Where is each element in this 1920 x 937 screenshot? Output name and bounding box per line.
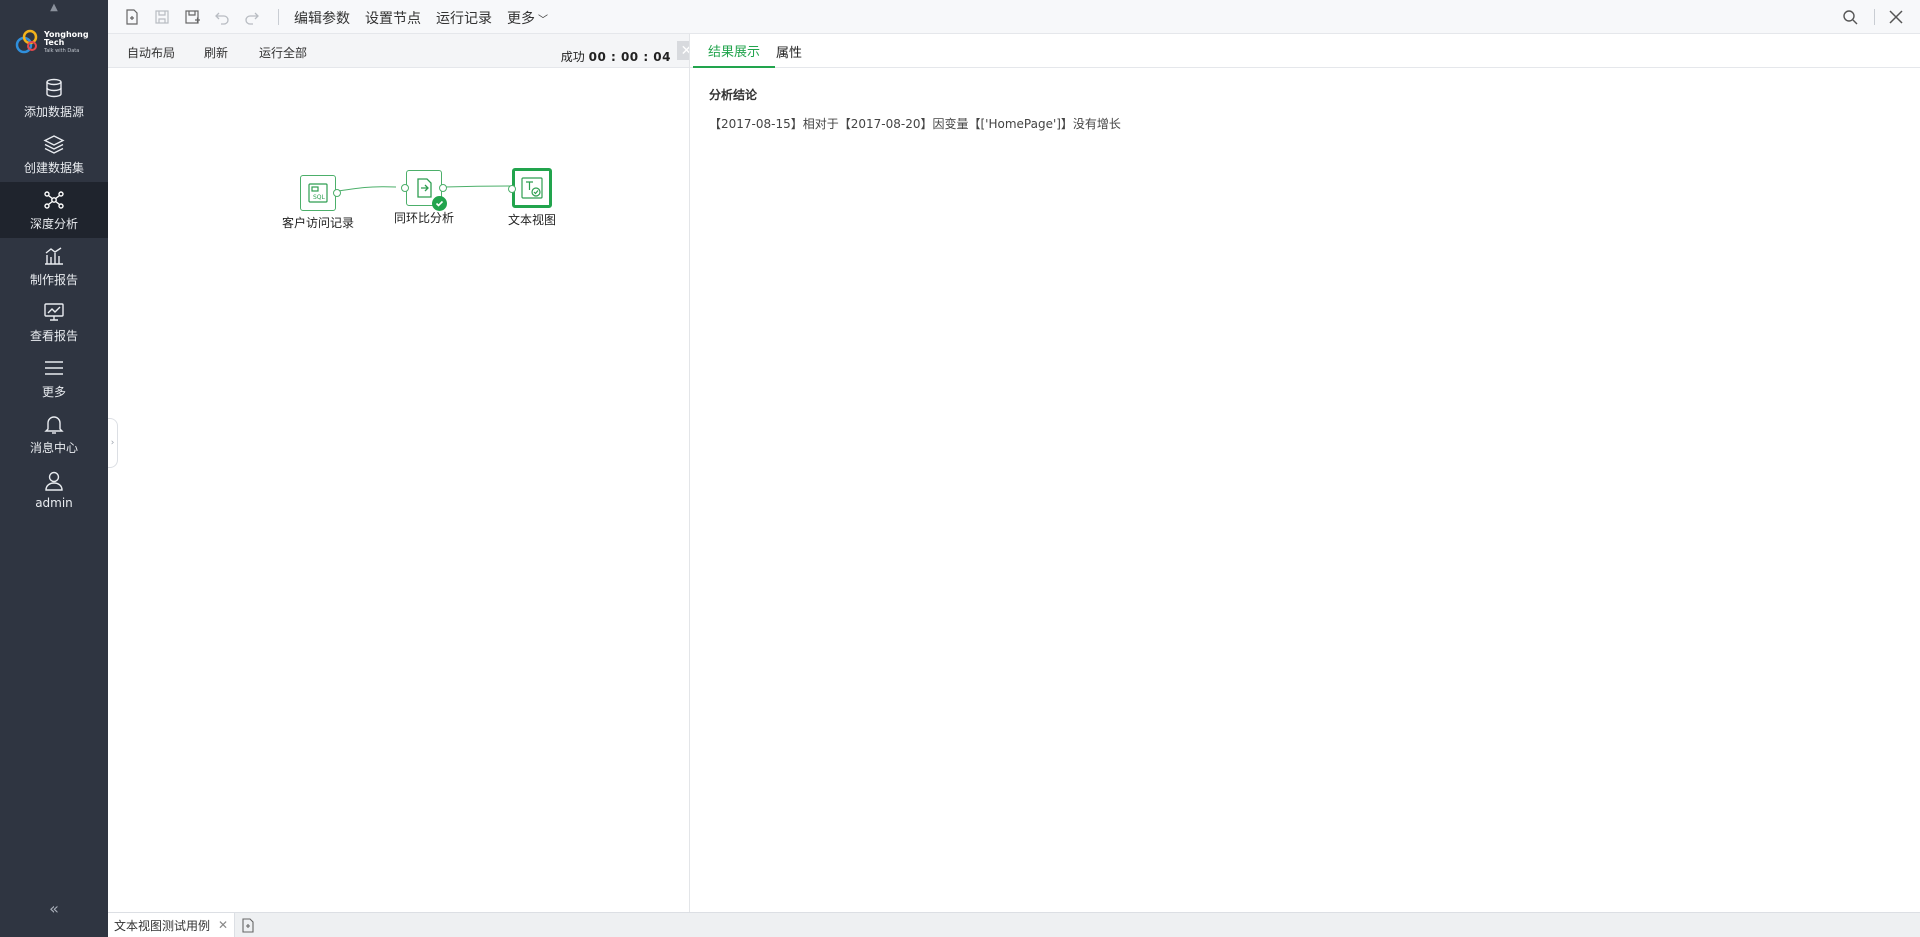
panel-divider[interactable] <box>689 34 690 912</box>
sidebar-item-user[interactable]: admin <box>0 462 108 518</box>
sidebar-item-label: 制作报告 <box>29 272 78 287</box>
sidebar-item-label: 查看报告 <box>29 328 78 343</box>
logo-rings-icon <box>14 27 40 57</box>
node-label: 文本视图 <box>508 213 557 227</box>
sidebar-scroll-up-icon[interactable]: ▲ <box>0 0 108 14</box>
canvas-toolbar: 自动布局 刷新 运行全部 成功 00 : 00 : 04 <box>108 34 689 68</box>
sidebar-item-view-report[interactable]: 查看报告 <box>0 294 108 350</box>
save-as-icon[interactable] <box>182 7 202 27</box>
new-file-icon[interactable] <box>122 7 142 27</box>
sidebar-item-label: 深度分析 <box>29 216 78 231</box>
expand-panel-handle[interactable]: › <box>108 418 118 468</box>
sidebar-item-label: 消息中心 <box>29 440 78 455</box>
flow-node-sql[interactable]: SQL 客户访问记录 <box>282 175 354 231</box>
sidebar-item-label: 添加数据源 <box>23 104 84 119</box>
text-view-icon <box>521 177 543 199</box>
user-icon <box>43 470 65 492</box>
sidebar-item-create-dataset[interactable]: 创建数据集 <box>0 126 108 182</box>
document-tabbar: 文本视图测试用例 ✕ <box>108 912 1920 937</box>
run-history-menu[interactable]: 运行记录 <box>436 8 492 28</box>
collapse-sidebar-icon[interactable]: « <box>0 896 108 920</box>
node-label: 同环比分析 <box>394 211 455 225</box>
logo-tagline: Talk with Data <box>44 47 80 54</box>
logo-title: Yonghong Tech <box>44 29 89 47</box>
flow-connectors <box>325 185 511 194</box>
output-port[interactable] <box>439 184 447 192</box>
toolbar: 编辑参数 设置节点 运行记录 更多 ﹀ <box>108 0 1920 34</box>
result-title: 分析结论 <box>709 88 758 102</box>
sidebar-item-label: 创建数据集 <box>23 160 84 175</box>
sidebar-item-label: admin <box>35 496 73 510</box>
more-menu-label: 更多 <box>507 11 535 27</box>
sql-icon: SQL <box>308 183 328 203</box>
close-icon[interactable] <box>1886 7 1906 27</box>
input-port[interactable] <box>508 185 516 193</box>
node-box[interactable] <box>401 170 447 211</box>
success-check-icon <box>432 196 447 211</box>
redo-icon[interactable] <box>242 7 262 27</box>
svg-text:SQL: SQL <box>313 194 326 201</box>
network-icon <box>43 189 65 211</box>
more-menu[interactable]: 更多 ﹀ <box>507 8 548 28</box>
bell-icon <box>43 413 65 435</box>
undo-icon[interactable] <box>212 7 232 27</box>
close-tab-icon[interactable]: ✕ <box>218 918 228 932</box>
refresh-button[interactable]: 刷新 <box>204 44 228 61</box>
analysis-icon <box>417 178 432 198</box>
document-tab[interactable]: 文本视图测试用例 ✕ <box>108 913 236 937</box>
auto-layout-button[interactable]: 自动布局 <box>127 44 175 61</box>
sidebar-item-message-center[interactable]: 消息中心 <box>0 406 108 462</box>
save-icon[interactable] <box>152 7 172 27</box>
database-icon <box>43 77 65 99</box>
document-tab-label: 文本视图测试用例 <box>114 918 211 933</box>
run-status: 成功 00 : 00 : 04 <box>561 48 671 65</box>
toolbar-divider <box>278 9 279 25</box>
toolbar-divider <box>1874 9 1875 25</box>
run-status-time: 00 : 00 : 04 <box>588 50 671 64</box>
result-tabs: 结果展示 属性 <box>690 34 1920 68</box>
search-icon[interactable] <box>1840 7 1860 27</box>
logo: Yonghong Tech Talk with Data <box>14 22 100 62</box>
monitor-chart-icon <box>43 301 65 323</box>
sidebar-item-more[interactable]: 更多 <box>0 350 108 406</box>
input-port[interactable] <box>401 184 409 192</box>
bar-chart-icon <box>43 245 65 267</box>
sidebar-item-make-report[interactable]: 制作报告 <box>0 238 108 294</box>
node-box[interactable] <box>508 168 552 208</box>
sidebar: ▲ Yonghong Tech Talk with Data 添加数据源 创建数… <box>0 0 108 937</box>
menu-icon <box>43 357 65 379</box>
node-box[interactable]: SQL <box>300 175 341 211</box>
tab-properties[interactable]: 属性 <box>761 34 817 68</box>
node-label: 客户访问记录 <box>282 216 355 230</box>
edit-params-menu[interactable]: 编辑参数 <box>294 8 350 28</box>
sidebar-item-add-datasource[interactable]: 添加数据源 <box>0 70 108 126</box>
flow-node-period-analysis[interactable]: 同环比分析 <box>394 170 454 226</box>
result-content: 分析结论 【2017-08-15】相对于【2017-08-20】因变量【['Ho… <box>709 86 1121 132</box>
sidebar-item-deep-analysis[interactable]: 深度分析 <box>0 182 108 238</box>
run-all-button[interactable]: 运行全部 <box>259 44 307 61</box>
set-node-menu[interactable]: 设置节点 <box>365 8 421 28</box>
sidebar-item-label: 更多 <box>41 384 66 399</box>
flow-canvas[interactable]: SQL 客户访问记录 同环比分析 文本视图 <box>108 68 689 912</box>
result-text: 【2017-08-15】相对于【2017-08-20】因变量【['HomePag… <box>709 117 1121 131</box>
flow-node-text-view[interactable]: 文本视图 <box>508 168 556 228</box>
run-status-label: 成功 <box>560 50 585 64</box>
new-document-icon[interactable] <box>240 917 256 933</box>
output-port[interactable] <box>333 189 341 197</box>
chevron-down-icon: ﹀ <box>538 15 548 26</box>
layers-icon <box>43 133 65 155</box>
